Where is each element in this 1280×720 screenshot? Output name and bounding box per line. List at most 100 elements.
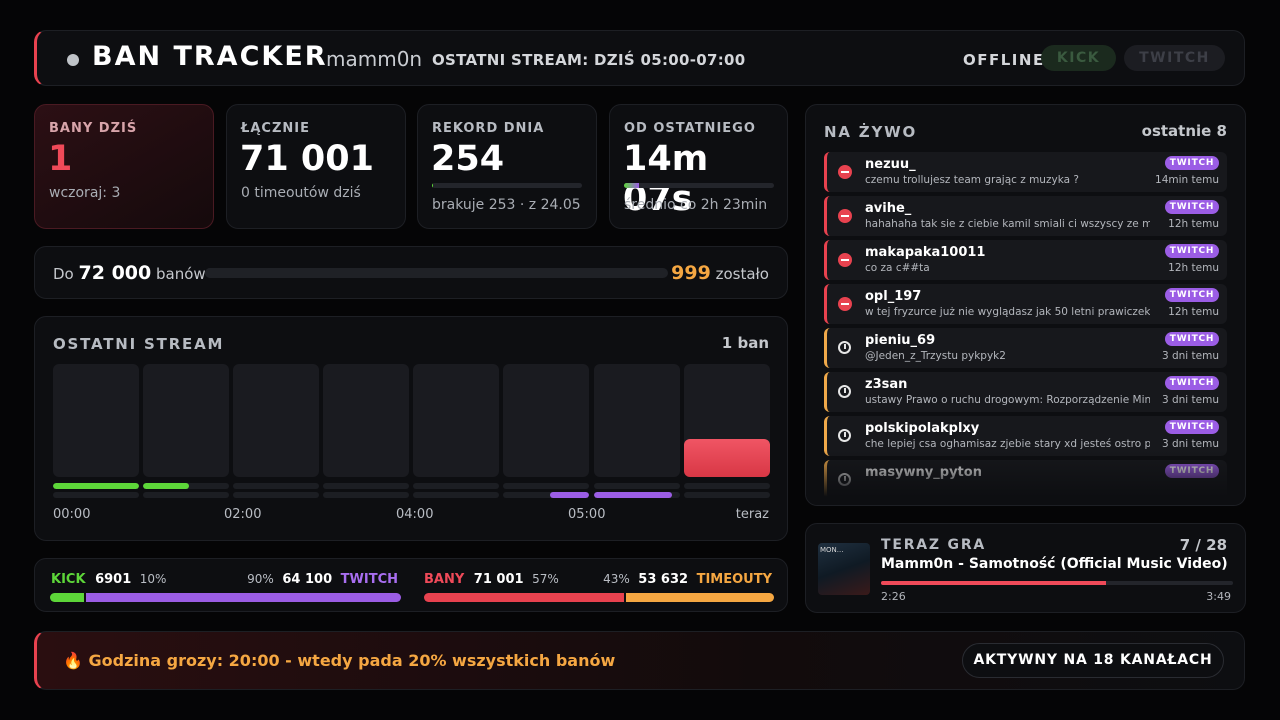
twitch-track (594, 492, 680, 498)
active-channels-button[interactable]: AKTYWNY NA 18 KANAŁACH (962, 643, 1224, 678)
feed-username: opl_197 (865, 289, 922, 304)
live-feed-panel: NA ŻYWO ostatnie 8 nezuu_czemu trollujes… (805, 104, 1246, 506)
timeouts-label: TIMEOUTY (696, 572, 772, 587)
kick-button[interactable]: KICK (1041, 45, 1116, 71)
goal-target: 72 000 (78, 262, 152, 284)
feed-message: hahahaha tak sie z ciebie kamil smiali c… (865, 218, 1150, 230)
goal-prefix: Do (53, 265, 74, 283)
live-feed-count: ostatnie 8 (1141, 122, 1227, 140)
bans-label: BANY (424, 572, 465, 587)
twitch-track (503, 492, 589, 498)
timeouts-segment (625, 593, 774, 602)
tick-label: 05:00 (568, 507, 606, 522)
kick-track (53, 483, 139, 489)
feed-username: makapaka10011 (865, 245, 986, 260)
twitch-segment (86, 593, 401, 602)
bans-pct: 57% (532, 572, 559, 586)
feed-username: polskipolakplxy (865, 421, 980, 436)
goal-remaining-label: zostało (715, 265, 769, 283)
goal-progress (205, 268, 668, 278)
tick-label: 04:00 (396, 507, 434, 522)
total-value: 71 001 (240, 139, 374, 179)
bans-segment (424, 593, 624, 602)
ban-icon (838, 253, 852, 267)
twitch-label: TWITCH (340, 572, 398, 587)
feed-message: @Jeden_z_Trzystu pykpyk2 (865, 350, 1006, 362)
twitch-track-fill (594, 492, 672, 498)
status-dot-icon (67, 54, 79, 66)
header-bar: BAN TRACKER mamm0n OSTATNI STREAM: DZIŚ … (34, 30, 1245, 86)
feed-message: co za c##ta (865, 262, 930, 274)
twitch-track-fill (550, 492, 589, 498)
kick-label: KICK (51, 572, 86, 587)
feed-username: nezuu_ (865, 157, 916, 172)
timer-icon (838, 429, 851, 442)
track-duration: 3:49 (1206, 590, 1231, 603)
peak-hour-message: 🔥 Godzina grozy: 20:00 - wtedy pada 20% … (63, 651, 616, 670)
kick-track-fill (143, 483, 189, 489)
feed-time: 3 dni temu (1161, 394, 1219, 406)
since-last-progress-fill (624, 183, 639, 188)
feed-time: 12h temu (1168, 306, 1219, 318)
stream-slot (594, 364, 680, 477)
feed-item[interactable]: nezuu_czemu trollujesz team grając z muz… (824, 152, 1227, 192)
platform-split-bar (50, 593, 401, 602)
album-art: MON... (818, 543, 870, 595)
twitch-button[interactable]: TWITCH (1124, 45, 1225, 71)
bans-stat: BANY 71 001 57% (424, 572, 559, 587)
stream-slot (503, 364, 589, 477)
day-record-value: 254 (431, 139, 505, 179)
track-title: Mamm0n - Samotność (Official Music Video… (881, 556, 1228, 572)
feed-item[interactable]: opl_197 w tej fryzurce już nie wyglądasz … (824, 284, 1227, 324)
twitch-track (684, 492, 770, 498)
feed-time: 3 dni temu (1161, 350, 1219, 362)
goal-progress-fill (205, 268, 662, 278)
track-progress[interactable] (881, 581, 1233, 585)
platform-badge: TWITCH (1165, 156, 1219, 170)
timeouts-stat: 43% 53 632 TIMEOUTY (603, 572, 772, 587)
bans-yesterday: wczoraj: 3 (49, 185, 121, 201)
ban-icon (838, 297, 852, 311)
last-stream-info: OSTATNI STREAM: DZIŚ 05:00-07:00 (432, 51, 746, 69)
ban-type-split-bar (424, 593, 774, 602)
kick-track (233, 483, 319, 489)
ban-bar (684, 439, 770, 477)
feed-item[interactable]: makapaka10011 co za c##ta TWITCH 12h temu (824, 240, 1227, 280)
feed-message: czemu trollujesz team grając z muzyka ? (865, 174, 1079, 186)
kick-track (684, 483, 770, 489)
twitch-stat: 90% 64 100 TWITCH (247, 572, 398, 587)
live-feed-label: NA ŻYWO (824, 123, 918, 141)
twitch-track (323, 492, 409, 498)
feed-item[interactable]: pieniu_69 @Jeden_z_Trzystu pykpyk2 TWITCH 3… (824, 328, 1227, 368)
kick-value: 6901 (95, 572, 132, 587)
now-playing-panel: MON... TERAZ GRA 7 / 28 Mamm0n - Samotno… (805, 523, 1246, 613)
kick-track (594, 483, 680, 489)
day-record-card: REKORD DNIA 254 brakuje 253 · z 24.05 (417, 104, 597, 229)
streamer-name: mamm0n (326, 47, 423, 71)
stream-slot (684, 364, 770, 477)
feed-fade (806, 450, 1245, 505)
timer-icon (838, 341, 851, 354)
bans-today-card: BANY DZIŚ 1 wczoraj: 3 (34, 104, 214, 229)
day-record-label: REKORD DNIA (432, 121, 545, 136)
since-last-card: OD OSTATNIEGO 14m 07s średnio co 2h 23mi… (609, 104, 788, 229)
last-stream-panel: OSTATNI STREAM 1 ban 00:00 02:00 04:00 0… (34, 316, 788, 541)
total-label: ŁĄCZNIE (241, 121, 310, 136)
feed-item[interactable]: avihe_ hahahaha tak sie z ciebie kamil sm… (824, 196, 1227, 236)
kick-pct: 10% (139, 572, 167, 586)
twitch-value: 64 100 (282, 572, 333, 587)
platform-badge: TWITCH (1165, 420, 1219, 434)
platform-badge: TWITCH (1165, 244, 1219, 258)
stream-slot (323, 364, 409, 477)
track-counter: 7 / 28 (1179, 536, 1227, 554)
day-record-sub: brakuje 253 · z 24.05 (432, 197, 581, 213)
day-record-progress-fill (432, 183, 433, 188)
ban-icon (838, 209, 852, 223)
platform-badge: TWITCH (1165, 288, 1219, 302)
stream-slot (143, 364, 229, 477)
feed-item[interactable]: z3san ustawy Prawo o ruchu drogowym: Rozp… (824, 372, 1227, 412)
feed-time: 12h temu (1168, 218, 1219, 230)
track-current-time: 2:26 (881, 590, 906, 603)
twitch-track (53, 492, 139, 498)
feed-time: 12h temu (1168, 262, 1219, 274)
